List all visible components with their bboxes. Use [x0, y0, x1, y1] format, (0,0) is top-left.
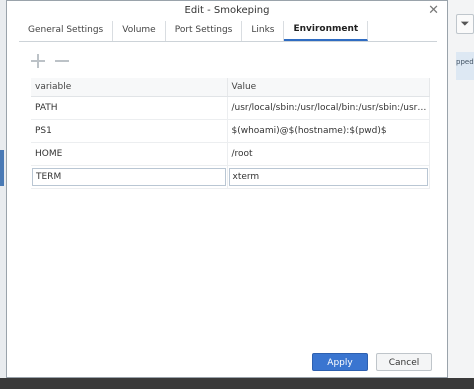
- tab-bar: General Settings Volume Port Settings Li…: [19, 21, 437, 42]
- tab-environment[interactable]: Environment: [284, 21, 369, 41]
- value-cell[interactable]: xterm: [227, 165, 430, 189]
- background-right-panel: ⏷ pped: [448, 0, 474, 378]
- value-input[interactable]: xterm: [228, 168, 428, 186]
- tab-general-settings[interactable]: General Settings: [19, 21, 114, 41]
- value-cell[interactable]: /usr/local/sbin:/usr/local/bin:/usr/sbin…: [227, 96, 430, 120]
- table-row[interactable]: PATH /usr/local/sbin:/usr/local/bin:/usr…: [31, 96, 430, 120]
- table-header-row: variable Value: [31, 78, 430, 97]
- background-bottom-strip: [0, 378, 474, 389]
- edit-dialog: Edit - Smokeping ✕ General Settings Volu…: [6, 0, 448, 378]
- value-cell[interactable]: /root: [227, 142, 430, 166]
- dialog-title: Edit - Smokeping: [184, 5, 270, 16]
- background-selection-marker: [0, 150, 4, 186]
- env-toolbar: [31, 53, 69, 69]
- variable-input[interactable]: TERM: [32, 168, 226, 186]
- filter-icon: ⏷: [460, 17, 470, 30]
- cancel-button[interactable]: Cancel: [376, 353, 432, 371]
- variable-cell[interactable]: PS1: [31, 119, 228, 143]
- dialog-footer: Apply Cancel: [7, 347, 447, 377]
- column-header-variable[interactable]: variable: [31, 78, 228, 97]
- value-cell[interactable]: $(whoami)@$(hostname):$(pwd)$: [227, 119, 430, 143]
- variable-cell[interactable]: TERM: [31, 165, 228, 189]
- filter-button[interactable]: ⏷: [456, 14, 474, 34]
- apply-button[interactable]: Apply: [312, 353, 368, 371]
- plus-icon[interactable]: [31, 54, 45, 68]
- minus-icon[interactable]: [55, 54, 69, 68]
- tab-links[interactable]: Links: [242, 21, 285, 41]
- environment-table: variable Value PATH /usr/local/sbin:/usr…: [31, 78, 430, 189]
- tab-port-settings[interactable]: Port Settings: [166, 21, 243, 41]
- column-header-value[interactable]: Value: [227, 78, 430, 97]
- table-row[interactable]: HOME /root: [31, 142, 430, 166]
- variable-cell[interactable]: HOME: [31, 142, 228, 166]
- close-icon[interactable]: ✕: [428, 3, 439, 18]
- background-snippet: pped: [456, 52, 474, 80]
- variable-cell[interactable]: PATH: [31, 96, 228, 120]
- table-row[interactable]: PS1 $(whoami)@$(hostname):$(pwd)$: [31, 119, 430, 143]
- tab-volume[interactable]: Volume: [113, 21, 166, 41]
- dialog-titlebar[interactable]: Edit - Smokeping ✕: [7, 1, 447, 19]
- table-row-editing[interactable]: TERM xterm: [31, 165, 430, 189]
